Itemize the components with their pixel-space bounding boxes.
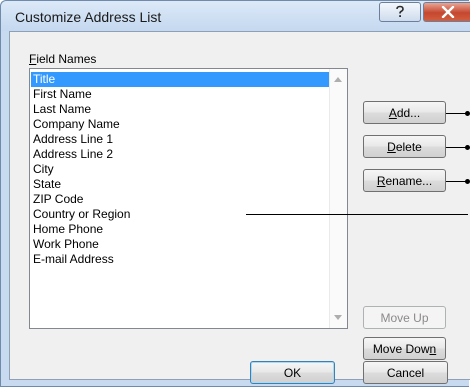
list-item[interactable]: Address Line 2 (31, 147, 331, 162)
list-item[interactable]: Company Name (31, 117, 331, 132)
scroll-down-arrow-icon[interactable] (334, 315, 342, 320)
list-item[interactable]: State (31, 177, 331, 192)
list-item[interactable]: First Name (31, 87, 331, 102)
listbox-scrollbar[interactable] (329, 69, 347, 328)
callout-line-list (246, 214, 468, 215)
callout-dot-rename (465, 179, 470, 184)
close-icon (441, 6, 454, 18)
move-down-button[interactable]: Move Dow n (363, 337, 446, 360)
ok-button[interactable]: OK (250, 361, 335, 384)
scroll-up-arrow-icon[interactable] (334, 77, 342, 82)
help-button[interactable] (379, 2, 421, 22)
list-item[interactable]: City (31, 162, 331, 177)
callout-dot-delete (465, 145, 470, 150)
list-item[interactable]: ZIP Code (31, 192, 331, 207)
callout-dot-add (465, 111, 470, 116)
list-item[interactable]: Last Name (31, 102, 331, 117)
list-item[interactable]: Title (31, 72, 331, 87)
list-item[interactable]: E-mail Address (31, 252, 331, 267)
add-button[interactable]: Add... (363, 101, 446, 124)
close-button[interactable] (423, 2, 470, 22)
list-item[interactable]: Address Line 1 (31, 132, 331, 147)
field-names-label: Field Names (29, 52, 97, 66)
delete-button[interactable]: Delete (363, 135, 446, 158)
move-up-button[interactable]: Move Up (363, 306, 446, 329)
field-names-listbox[interactable]: Title First Name Last Name Company Name Addr… (29, 68, 348, 329)
dialog-title: Customize Address List (15, 9, 162, 25)
list-item[interactable]: Work Phone (31, 237, 331, 252)
field-names-items: Title First Name Last Name Company Name Addr… (31, 72, 331, 267)
cancel-button[interactable]: Cancel (363, 361, 448, 384)
help-icon (396, 5, 404, 17)
list-item[interactable]: Home Phone (31, 222, 331, 237)
rename-button[interactable]: Rename... (363, 169, 446, 192)
